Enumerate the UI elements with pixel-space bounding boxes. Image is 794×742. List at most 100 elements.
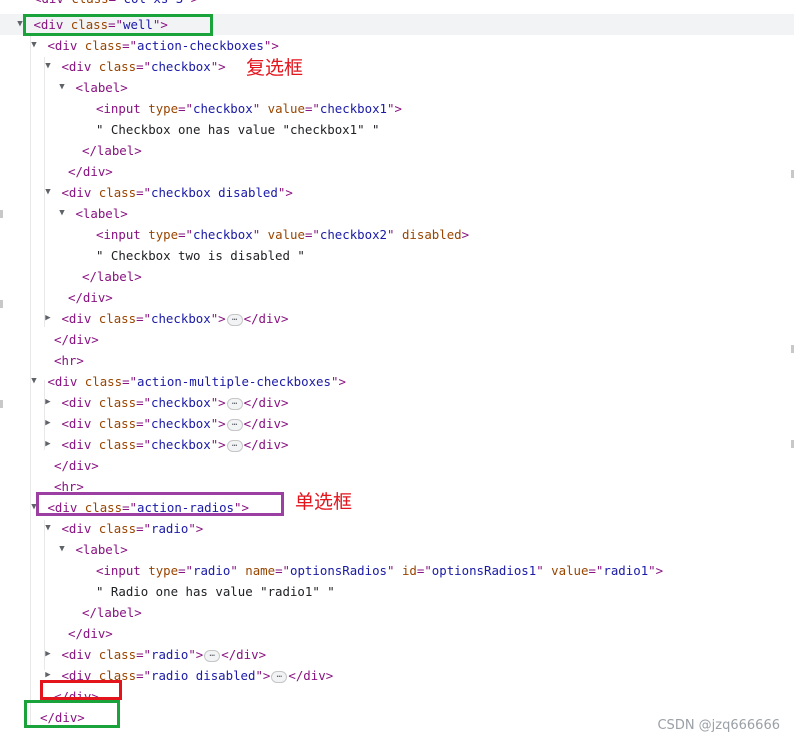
attribute-name: class [98,521,137,536]
tag-open-bracket: <div [47,374,78,389]
attribute-equals: =" [304,227,320,242]
left-edge-mark [0,300,3,308]
tag-open-bracket: <label [75,206,121,221]
attribute-name: class [98,311,137,326]
tag-close-bracket: > [218,395,226,410]
tag-close-bracket: > [655,563,664,578]
ellipsis-badge-icon[interactable]: … [226,313,243,326]
closing-tag: </div> [243,437,289,452]
attribute-name: class [98,395,137,410]
dom-node-row[interactable]: ▼ <div class="checkbox"> [0,56,225,77]
annotation-checkbox-label: 复选框 [246,57,304,79]
tag-open-bracket: <input [96,563,141,578]
closing-tag: </div> [243,311,289,326]
dom-node-row[interactable]: </div> [0,329,99,350]
dom-node-row[interactable]: ▼ <label> [0,203,127,224]
dom-node-row[interactable]: ▼ <div class="action-checkboxes"> [0,35,279,56]
dom-node-row[interactable]: <hr> [0,350,84,371]
dom-node-row[interactable]: ▼ <label> [0,77,127,98]
left-edge-mark [0,400,3,408]
dom-node-row[interactable]: </label> [0,602,142,623]
attribute-name: class [84,374,123,389]
tag-open-bracket: <label [75,80,121,95]
attribute-equals: =" [178,563,193,578]
dom-node-row[interactable]: </div> [0,623,113,644]
closing-tag: </div> [243,416,289,431]
dom-node-row[interactable]: ▼ <div class="action-multiple-checkboxes… [0,371,346,392]
attribute-value: radio disabled [151,668,256,683]
tag-open-bracket: <hr [54,353,77,368]
attribute-name: class [84,38,123,53]
dom-node-row[interactable]: " Checkbox two is disabled " [0,245,305,266]
dom-node-row[interactable]: " Checkbox one has value "checkbox1" " [0,119,379,140]
text-node: " Checkbox two is disabled " [96,248,305,263]
tag-close-bracket: > [218,437,226,452]
attribute-equals: =" [109,0,124,6]
attribute-value: checkbox2 [319,227,387,242]
attribute-name: type [148,563,179,578]
triangle-down-icon[interactable]: ▼ [56,203,68,224]
closing-tag: </label> [82,605,142,620]
tag-close-bracket: > [262,668,271,683]
tag-open-bracket: <div [61,59,92,74]
attribute-value: checkbox [151,59,211,74]
dom-node-row[interactable]: </label> [0,266,142,287]
tag-open-bracket: <div [61,416,92,431]
dom-node-row[interactable]: ▶ <div class="radio">… </div> [0,644,266,665]
attribute-equals: =" [122,374,138,389]
dom-node-row[interactable]: " Radio one has value "radio1" " [0,581,335,602]
attribute-value: checkbox [193,101,253,116]
attribute-name: disabled [401,227,462,242]
tag-close-bracket: > [394,101,402,116]
tag-open-bracket: <div [61,185,92,200]
attribute-equals: =" [136,311,152,326]
elements-dom-tree[interactable]: <div class="col-xs-3">▼ <div class="well… [0,0,794,742]
closing-tag: </label> [82,269,142,284]
attribute-equals: =" [588,563,604,578]
attribute-equals: =" [136,59,152,74]
tag-open-bracket: <div [61,395,92,410]
attribute-name: value [551,563,589,578]
closing-tag: </div> [243,395,289,410]
attribute-name: class [98,647,137,662]
dom-node-row[interactable]: ▼ <label> [0,539,127,560]
dom-node-row[interactable]: </div> [0,161,113,182]
closing-tag: </div> [68,626,113,641]
ellipsis-badge-icon[interactable]: … [204,649,221,662]
attribute-quote: " [252,101,261,116]
tag-open-bracket: <div [61,437,92,452]
triangle-down-icon[interactable]: ▼ [56,77,68,98]
ellipsis-badge-icon[interactable]: … [226,397,243,410]
attribute-value: col-xs-3 [124,0,184,6]
tag-close-bracket: > [285,185,293,200]
attribute-value: radio1 [603,563,649,578]
tag-open-bracket: <div [47,38,78,53]
attribute-value: optionsRadios1 [431,563,537,578]
attribute-value: checkbox [151,416,211,431]
annotation-box-well-close [24,700,120,728]
dom-node-row[interactable]: <input type="radio" name="optionsRadios"… [0,560,663,581]
attribute-value: checkbox [151,311,211,326]
annotation-radio-label: 单选框 [295,491,353,513]
tag-close-bracket: > [218,311,226,326]
attribute-equals: =" [136,185,152,200]
tag-open-bracket: <input [96,101,141,116]
attribute-quote: " [252,227,261,242]
ellipsis-badge-icon[interactable]: … [226,439,243,452]
left-edge-mark [0,210,3,218]
tag-close-bracket: > [338,374,346,389]
ellipsis-badge-icon[interactable]: … [226,418,243,431]
dom-node-row[interactable]: <div class="col-xs-3"> [0,0,198,9]
dom-node-row[interactable]: <input type="checkbox" value="checkbox1"… [0,98,402,119]
attribute-value: checkbox disabled [151,185,278,200]
attribute-name: type [148,101,179,116]
attribute-equals: =" [136,416,152,431]
dom-node-row[interactable]: </div> [0,455,99,476]
dom-node-row[interactable]: </label> [0,140,142,161]
attribute-value: radio [151,521,189,536]
annotation-box-radios-close [40,680,122,700]
ellipsis-badge-icon[interactable]: … [271,670,288,683]
triangle-down-icon[interactable]: ▼ [56,539,68,560]
dom-node-row[interactable]: </div> [0,287,113,308]
dom-node-row[interactable]: <input type="checkbox" value="checkbox2"… [0,224,469,245]
